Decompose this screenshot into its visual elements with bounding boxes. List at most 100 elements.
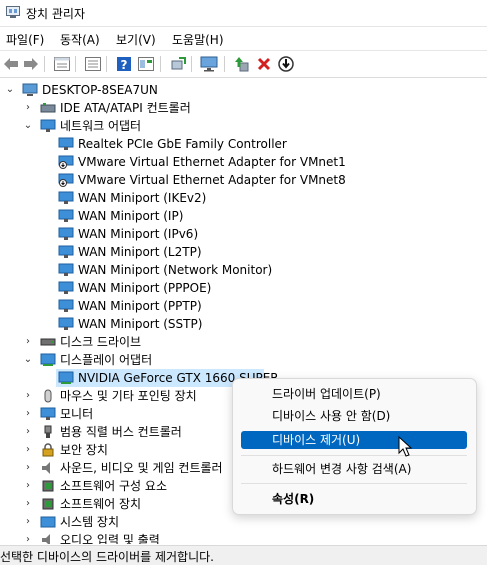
- tree-device[interactable]: VMware Virtual Ethernet Adapter for VMne…: [0, 171, 360, 189]
- menu-item-disable-device[interactable]: 디바이스 사용 안 함(D): [241, 407, 467, 425]
- menu-file[interactable]: 파일(F): [6, 31, 44, 48]
- chevron-right-icon[interactable]: ›: [22, 405, 34, 423]
- tree-category-label: 시스템 장치: [60, 515, 120, 529]
- update-driver-icon[interactable]: [233, 55, 251, 73]
- tree-device[interactable]: WAN Miniport (L2TP): [0, 243, 300, 261]
- tree-category-system[interactable]: › 시스템 장치: [0, 513, 230, 531]
- chevron-right-icon[interactable]: ›: [22, 387, 34, 405]
- network-adapter-icon: [58, 317, 74, 330]
- tree-device-label: WAN Miniport (SSTP): [78, 317, 203, 331]
- tree-category-label: 네트워크 어댑터: [60, 119, 142, 133]
- tree-category-label: 소프트웨어 장치: [60, 497, 142, 511]
- tree-category-disk[interactable]: › 디스크 드라이브: [0, 333, 300, 351]
- network-adapter-warning-icon: [58, 155, 74, 169]
- chevron-right-icon[interactable]: ›: [22, 459, 34, 477]
- tree-device[interactable]: WAN Miniport (IKEv2): [0, 189, 300, 207]
- menu-item-update-driver[interactable]: 드라이버 업데이트(P): [241, 385, 467, 403]
- chevron-right-icon[interactable]: ›: [22, 441, 34, 459]
- menu-item-properties[interactable]: 속성(R): [241, 490, 467, 508]
- software-component-icon: [42, 480, 54, 492]
- network-adapter-icon: [58, 137, 74, 150]
- chevron-right-icon[interactable]: ›: [22, 531, 34, 544]
- chevron-right-icon[interactable]: ›: [22, 423, 34, 441]
- display-adapter-icon: [58, 371, 74, 384]
- tree-device[interactable]: WAN Miniport (PPTP): [0, 297, 300, 315]
- chevron-down-icon[interactable]: ⌄: [22, 117, 34, 135]
- context-menu: 드라이버 업데이트(P) 디바이스 사용 안 함(D) 디바이스 제거(U) 하…: [232, 378, 477, 515]
- tree-category-software-components[interactable]: › 소프트웨어 구성 요소: [0, 477, 230, 495]
- help-icon[interactable]: ?: [115, 55, 133, 73]
- chevron-right-icon[interactable]: ›: [22, 477, 34, 495]
- chevron-right-icon[interactable]: ›: [22, 99, 34, 117]
- tree-root-label: DESKTOP-8SEA7UN: [42, 83, 158, 97]
- speaker-icon: [42, 462, 50, 474]
- chevron-right-icon[interactable]: ›: [22, 513, 34, 531]
- audio-io-icon: [42, 534, 50, 544]
- toolbar: ?: [0, 50, 487, 78]
- forward-icon[interactable]: [22, 55, 40, 73]
- tree-category-label: 디스크 드라이브: [60, 335, 142, 349]
- menu-bar: 파일(F) 동작(A) 보기(V) 도움말(H): [0, 27, 487, 49]
- tree-device-label: VMware Virtual Ethernet Adapter for VMne…: [78, 155, 346, 169]
- disable-icon[interactable]: [277, 55, 295, 73]
- tree-device-label: WAN Miniport (Network Monitor): [78, 263, 273, 277]
- tree-device-label: WAN Miniport (IPv6): [78, 227, 199, 241]
- tree-category-monitor[interactable]: › 모니터: [0, 405, 230, 423]
- tree-device-label: WAN Miniport (PPTP): [78, 299, 202, 313]
- tree-device-label: VMware Virtual Ethernet Adapter for VMne…: [78, 173, 346, 187]
- tree-device[interactable]: WAN Miniport (IPv6): [0, 225, 300, 243]
- tree-device[interactable]: WAN Miniport (SSTP): [0, 315, 300, 333]
- view-icon[interactable]: [137, 55, 155, 73]
- computer-icon: [22, 83, 38, 96]
- system-device-icon: [40, 516, 56, 528]
- chevron-right-icon[interactable]: ›: [22, 495, 34, 513]
- device-manager-icon: [6, 6, 20, 18]
- tree-category-label: 모니터: [60, 407, 94, 421]
- network-adapter-icon: [58, 263, 74, 276]
- tree-device[interactable]: VMware Virtual Ethernet Adapter for VMne…: [0, 153, 360, 171]
- mouse-icon: [44, 389, 52, 403]
- tree-category-label: 오디오 입력 및 출력: [60, 533, 160, 544]
- disk-drive-icon: [40, 338, 56, 346]
- tree-category-software-devices[interactable]: › 소프트웨어 장치: [0, 495, 230, 513]
- menu-action[interactable]: 동작(A): [60, 31, 100, 48]
- tree-category-mouse[interactable]: › 마우스 및 기타 포인팅 장치: [0, 387, 230, 405]
- tree-category-security[interactable]: › 보안 장치: [0, 441, 230, 459]
- tree-category-network[interactable]: ⌄ 네트워크 어댑터: [0, 117, 300, 135]
- tree-category-label: 마우스 및 기타 포인팅 장치: [60, 389, 197, 403]
- network-adapter-icon: [40, 119, 56, 132]
- network-adapter-icon: [58, 191, 74, 204]
- scan-icon[interactable]: [169, 55, 187, 73]
- menu-item-scan-hardware[interactable]: 하드웨어 변경 사항 검색(A): [241, 460, 467, 478]
- tree-device-label: Realtek PCIe GbE Family Controller: [78, 137, 287, 151]
- tree-category-label: 범용 직렬 버스 컨트롤러: [60, 425, 182, 439]
- details-icon[interactable]: [84, 55, 102, 73]
- back-icon[interactable]: [2, 55, 20, 73]
- tree-category-sound[interactable]: › 사운드, 비디오 및 게임 컨트롤러: [0, 459, 230, 477]
- tree-category-ide[interactable]: › IDE ATA/ATAPI 컨트롤러: [0, 99, 300, 117]
- network-adapter-warning-icon: [58, 173, 74, 187]
- tree-category-audio[interactable]: › 오디오 입력 및 출력: [0, 531, 230, 544]
- tree-root[interactable]: ⌄ DESKTOP-8SEA7UN: [0, 81, 300, 99]
- menu-item-uninstall-device[interactable]: 디바이스 제거(U): [241, 431, 467, 449]
- uninstall-icon[interactable]: [255, 55, 273, 73]
- tree-device[interactable]: WAN Miniport (IP): [0, 207, 300, 225]
- tree-category-usb[interactable]: › 범용 직렬 버스 컨트롤러: [0, 423, 230, 441]
- properties-icon[interactable]: [53, 55, 71, 73]
- menu-separator: [241, 483, 467, 484]
- tree-device[interactable]: WAN Miniport (PPPOE): [0, 279, 300, 297]
- status-bar: 선택한 디바이스의 드라이버를 제거합니다.: [0, 545, 487, 565]
- tree-category-display[interactable]: ⌄ 디스플레이 어댑터: [0, 351, 300, 369]
- menu-view[interactable]: 보기(V): [116, 31, 156, 48]
- network-adapter-icon: [58, 227, 74, 240]
- security-device-icon: [42, 443, 54, 457]
- monitor-icon[interactable]: [200, 55, 218, 73]
- tree-category-label: 보안 장치: [60, 443, 108, 457]
- tree-device[interactable]: Realtek PCIe GbE Family Controller: [0, 135, 300, 153]
- title-bar: 장치 관리자: [0, 0, 487, 27]
- chevron-down-icon[interactable]: ⌄: [4, 81, 16, 99]
- chevron-down-icon[interactable]: ⌄: [22, 351, 34, 369]
- chevron-right-icon[interactable]: ›: [22, 333, 34, 351]
- menu-help[interactable]: 도움말(H): [172, 31, 224, 48]
- tree-device[interactable]: WAN Miniport (Network Monitor): [0, 261, 300, 279]
